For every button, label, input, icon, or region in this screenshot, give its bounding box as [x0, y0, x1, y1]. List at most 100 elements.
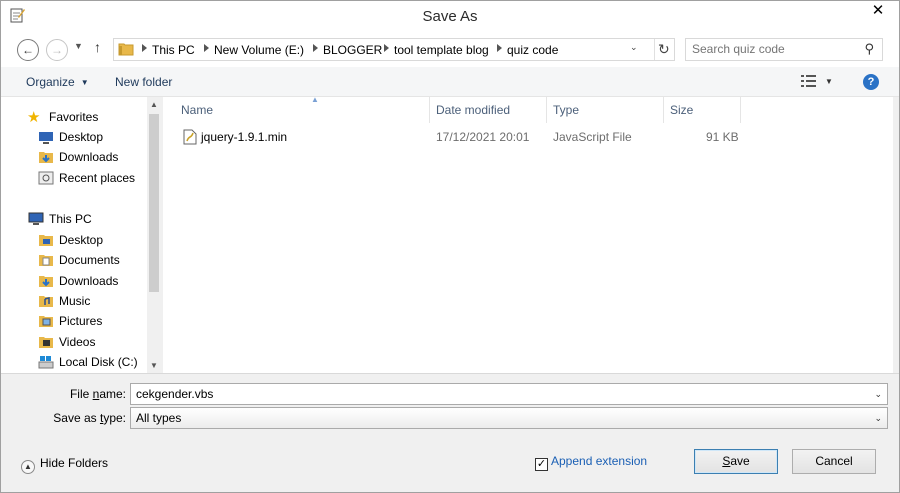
column-header-name[interactable]: ▲ Name	[175, 95, 429, 123]
navigation-bar: ← → ▼ ↑ This PC New Volume (E:) BLOGGER …	[1, 31, 899, 67]
sidebar-item-local-disk[interactable]: Local Disk (C:)	[1, 352, 147, 372]
table-row[interactable]: jquery-1.9.1.min 17/12/2021 20:01 JavaSc…	[163, 127, 743, 147]
scroll-up-icon[interactable]: ▲	[150, 100, 158, 109]
column-header-size[interactable]: Size	[664, 97, 740, 123]
search-icon[interactable]: ⚲	[864, 41, 874, 57]
navigation-scrollbar[interactable]: ▲ ▼	[147, 97, 161, 373]
chevron-down-icon[interactable]: ⌄	[874, 389, 882, 400]
save-as-type-value: All types	[136, 411, 182, 425]
music-folder-icon	[39, 296, 53, 307]
column-divider[interactable]	[740, 97, 741, 123]
save-label: ave	[730, 454, 750, 468]
file-name-label-text: File	[69, 387, 93, 401]
downloads-folder-icon	[39, 276, 53, 287]
arrow-up-icon: ↑	[94, 39, 101, 55]
help-icon[interactable]: ?	[863, 74, 879, 90]
scrollbar-thumb[interactable]	[149, 114, 159, 292]
desktop-folder-icon	[39, 235, 53, 246]
sidebar-item-label: Pictures	[59, 314, 103, 328]
sidebar-item-label: Desktop	[59, 130, 104, 144]
address-divider	[654, 39, 655, 60]
pictures-folder-icon	[39, 316, 53, 327]
sidebar-item-downloads[interactable]: Downloads	[1, 147, 147, 167]
breadcrumb-new-volume[interactable]: New Volume (E:)	[214, 43, 304, 57]
sidebar-item-pc-downloads[interactable]: Downloads	[1, 271, 147, 291]
breadcrumb-quiz-code[interactable]: quiz code	[507, 43, 558, 57]
back-button[interactable]: ←	[17, 39, 39, 61]
file-type: JavaScript File	[553, 130, 632, 144]
sidebar-item-this-pc[interactable]: This PC	[1, 209, 147, 229]
recent-locations-button[interactable]: ▼	[74, 41, 83, 51]
save-button[interactable]: Save	[694, 449, 778, 474]
view-options-icon[interactable]	[801, 75, 817, 87]
address-bar[interactable]: This PC New Volume (E:) BLOGGER tool tem…	[113, 38, 675, 61]
column-header-label: Type	[553, 103, 580, 117]
forward-button[interactable]: →	[46, 39, 68, 61]
sidebar-item-label: Favorites	[49, 110, 99, 124]
new-folder-button[interactable]: New folder	[115, 75, 172, 89]
sidebar-item-label: Downloads	[59, 274, 119, 288]
organize-label: Organize	[26, 75, 75, 89]
file-name-value[interactable]: cekgender.vbs	[136, 387, 213, 401]
chevron-down-icon[interactable]: ⌄	[874, 413, 882, 424]
sidebar-item-desktop[interactable]: Desktop	[1, 127, 147, 147]
sidebar-item-recent-places[interactable]: Recent places	[1, 168, 147, 188]
append-extension-label[interactable]: Append extension	[551, 454, 647, 468]
file-name-field[interactable]: cekgender.vbs ⌄	[130, 383, 888, 405]
append-extension-option[interactable]: ✓ Append extension	[535, 454, 647, 471]
documents-folder-icon	[39, 255, 53, 266]
sidebar-item-label: Recent places	[59, 171, 136, 185]
scroll-down-icon[interactable]: ▼	[150, 361, 158, 370]
column-header-type[interactable]: Type	[547, 97, 663, 123]
append-extension-checkbox[interactable]: ✓	[535, 458, 548, 471]
arrow-right-icon: →	[51, 43, 63, 57]
breadcrumb-blogger[interactable]: BLOGGER	[323, 43, 382, 57]
view-dropdown-caret-icon[interactable]: ▼	[825, 77, 833, 86]
save-as-type-select[interactable]: All types ⌄	[130, 407, 888, 429]
refresh-icon[interactable]: ↻	[658, 41, 670, 58]
breadcrumb-separator-icon	[142, 44, 147, 52]
sidebar-item-label: Documents	[59, 253, 120, 267]
column-header-date-modified[interactable]: Date modified	[430, 97, 546, 123]
column-header-label: Date modified	[436, 103, 511, 117]
address-history-button[interactable]: ⌄	[630, 42, 638, 53]
close-button[interactable]: ✕	[865, 1, 891, 21]
caret-down-icon: ▼	[80, 78, 89, 87]
save-type-label-text: Save as	[53, 411, 100, 425]
sidebar-item-music[interactable]: Music	[1, 291, 147, 311]
navigation-pane: ★ Favorites Desktop Downloads Recent pla…	[1, 97, 161, 373]
search-box: ⚲	[685, 38, 883, 61]
breadcrumb-separator-icon	[497, 44, 502, 52]
file-name-label-text-end: ame:	[99, 387, 126, 401]
organize-menu-button[interactable]: Organize ▼	[26, 75, 89, 89]
file-date-modified: 17/12/2021 20:01	[436, 130, 530, 144]
title-bar: Save As ✕	[1, 1, 899, 31]
breadcrumb-separator-icon	[313, 44, 318, 52]
sidebar-item-pc-desktop[interactable]: Desktop	[1, 230, 147, 250]
hide-folders-button[interactable]: ▲ Hide Folders	[21, 456, 108, 474]
search-input[interactable]	[692, 42, 852, 56]
sort-ascending-icon: ▲	[311, 95, 319, 104]
file-name: jquery-1.9.1.min	[201, 130, 288, 144]
sidebar-item-videos[interactable]: Videos	[1, 332, 147, 352]
breadcrumb-tool-template-blog[interactable]: tool template blog	[394, 43, 489, 57]
file-size: 91 KB	[706, 130, 739, 144]
sidebar-item-documents[interactable]: Documents	[1, 250, 147, 270]
collapse-up-icon: ▲	[21, 460, 35, 474]
sidebar-item-favorites[interactable]: ★ Favorites	[1, 107, 147, 127]
save-as-type-label: Save as type:	[41, 411, 126, 425]
up-button[interactable]: ↑	[94, 39, 101, 55]
recent-places-icon	[38, 171, 54, 185]
arrow-left-icon: ←	[22, 43, 34, 57]
sidebar-item-pictures[interactable]: Pictures	[1, 311, 147, 331]
breadcrumb-this-pc[interactable]: This PC	[152, 43, 195, 57]
star-icon: ★	[27, 109, 41, 126]
computer-icon	[28, 212, 44, 225]
cancel-button[interactable]: Cancel	[792, 449, 876, 474]
save-as-dialog: Save As ✕ ← → ▼ ↑ This PC New Volume (E:…	[0, 0, 900, 493]
folder-icon	[118, 43, 134, 56]
desktop-icon	[39, 132, 53, 144]
hide-folders-label: Hide Folders	[40, 456, 109, 470]
file-name-label: File name:	[41, 387, 126, 401]
column-header-label: Name	[181, 103, 214, 117]
